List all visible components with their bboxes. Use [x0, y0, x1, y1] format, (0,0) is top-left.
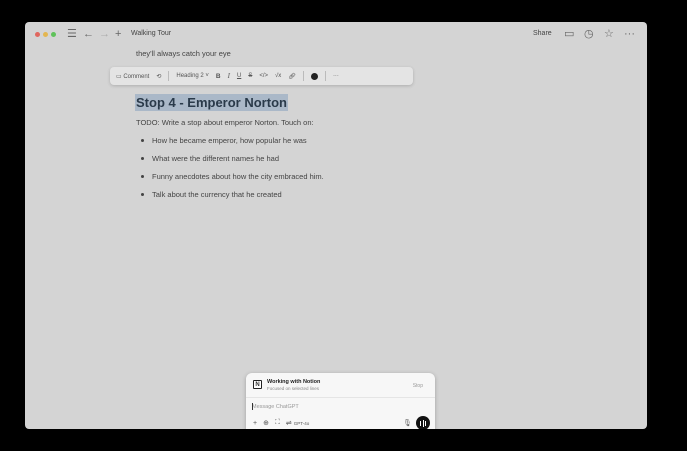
clock-icon[interactable]: ◷ [584, 27, 594, 41]
message-input[interactable] [252, 402, 402, 412]
close-window-button[interactable] [35, 32, 40, 37]
todo-paragraph[interactable]: TODO: Write a stop about emperor Norton.… [136, 118, 314, 127]
more-icon[interactable]: ··· [624, 27, 635, 41]
notion-icon: N [253, 380, 262, 389]
back-arrow-icon[interactable]: ← [83, 27, 94, 41]
chat-context-title: Working with Notion [267, 379, 321, 385]
underline-button[interactable]: U [237, 73, 241, 79]
text-color-button[interactable] [310, 72, 318, 80]
code-button[interactable]: </> [259, 73, 268, 79]
model-label: GPT-4o [293, 421, 310, 426]
divider [246, 397, 435, 398]
block-type-dropdown[interactable]: Heading 2 ˅ [176, 73, 209, 79]
italic-button[interactable]: I [228, 72, 230, 80]
waveform-icon [420, 419, 426, 427]
minimize-window-button[interactable] [43, 32, 48, 37]
ai-edit-icon[interactable]: ⟲ [156, 73, 161, 80]
menu-icon[interactable]: ☰ [67, 27, 77, 41]
page-heading[interactable]: Stop 4 - Emperor Norton [135, 94, 288, 111]
sliders-icon: ⇌ [285, 420, 292, 427]
chat-context-subtitle: Focused on selected lines [267, 386, 320, 391]
math-button[interactable]: √x [275, 73, 281, 79]
toolbar-divider [302, 71, 304, 81]
voice-mode-button[interactable] [416, 416, 430, 429]
toolbar-divider [324, 71, 326, 81]
page-title[interactable]: Walking Tour [131, 30, 171, 37]
titlebar: ☰ ← → + Walking Tour Share ▭ ◷ ☆ ··· [25, 22, 647, 46]
toolbar-divider [168, 71, 170, 81]
list-item[interactable]: How he became emperor, how popular he wa… [141, 136, 324, 154]
comment-icon[interactable]: ▭ [564, 27, 574, 41]
model-selector[interactable]: ⇌ GPT-4o [286, 419, 309, 427]
previous-text-line[interactable]: they'll always catch your eye [136, 49, 231, 58]
formatting-toolbar: ▭ Comment ⟲ Heading 2 ˅ B I U S </> √x 🔗… [110, 67, 413, 85]
focus-icon[interactable]: ⛶ [275, 419, 280, 427]
list-item[interactable]: Talk about the currency that he created [141, 190, 324, 208]
zoom-window-button[interactable] [51, 32, 56, 37]
link-icon[interactable]: 🔗︎ [288, 73, 296, 80]
bold-button[interactable]: B [216, 73, 221, 80]
comment-button[interactable]: ▭ Comment [116, 73, 149, 80]
stop-button[interactable]: Stop [413, 383, 423, 389]
bullet-list: How he became emperor, how popular he wa… [141, 136, 324, 208]
more-options-button[interactable]: ··· [333, 73, 339, 79]
app-window: ☰ ← → + Walking Tour Share ▭ ◷ ☆ ··· the… [25, 22, 647, 429]
strikethrough-button[interactable]: S [248, 73, 252, 79]
text-caret [252, 403, 253, 410]
plus-icon[interactable]: + [253, 420, 257, 427]
chatgpt-panel: N Working with Notion Focused on selecte… [246, 373, 435, 429]
plus-icon[interactable]: + [115, 27, 121, 41]
comment-label: Comment [123, 73, 150, 80]
forward-arrow-icon[interactable]: → [99, 27, 110, 41]
globe-icon[interactable]: ⊕ [263, 419, 269, 427]
list-item[interactable]: Funny anecdotes about how the city embra… [141, 172, 324, 190]
list-item[interactable]: What were the different names he had [141, 154, 324, 172]
microphone-icon[interactable]: 🎙︎ [403, 419, 412, 427]
chat-actions: + ⊕ ⛶ ⇌ GPT-4o [253, 419, 309, 427]
star-icon[interactable]: ☆ [604, 27, 614, 41]
share-button[interactable]: Share [533, 30, 552, 37]
block-type-label: Heading 2 [176, 73, 204, 79]
